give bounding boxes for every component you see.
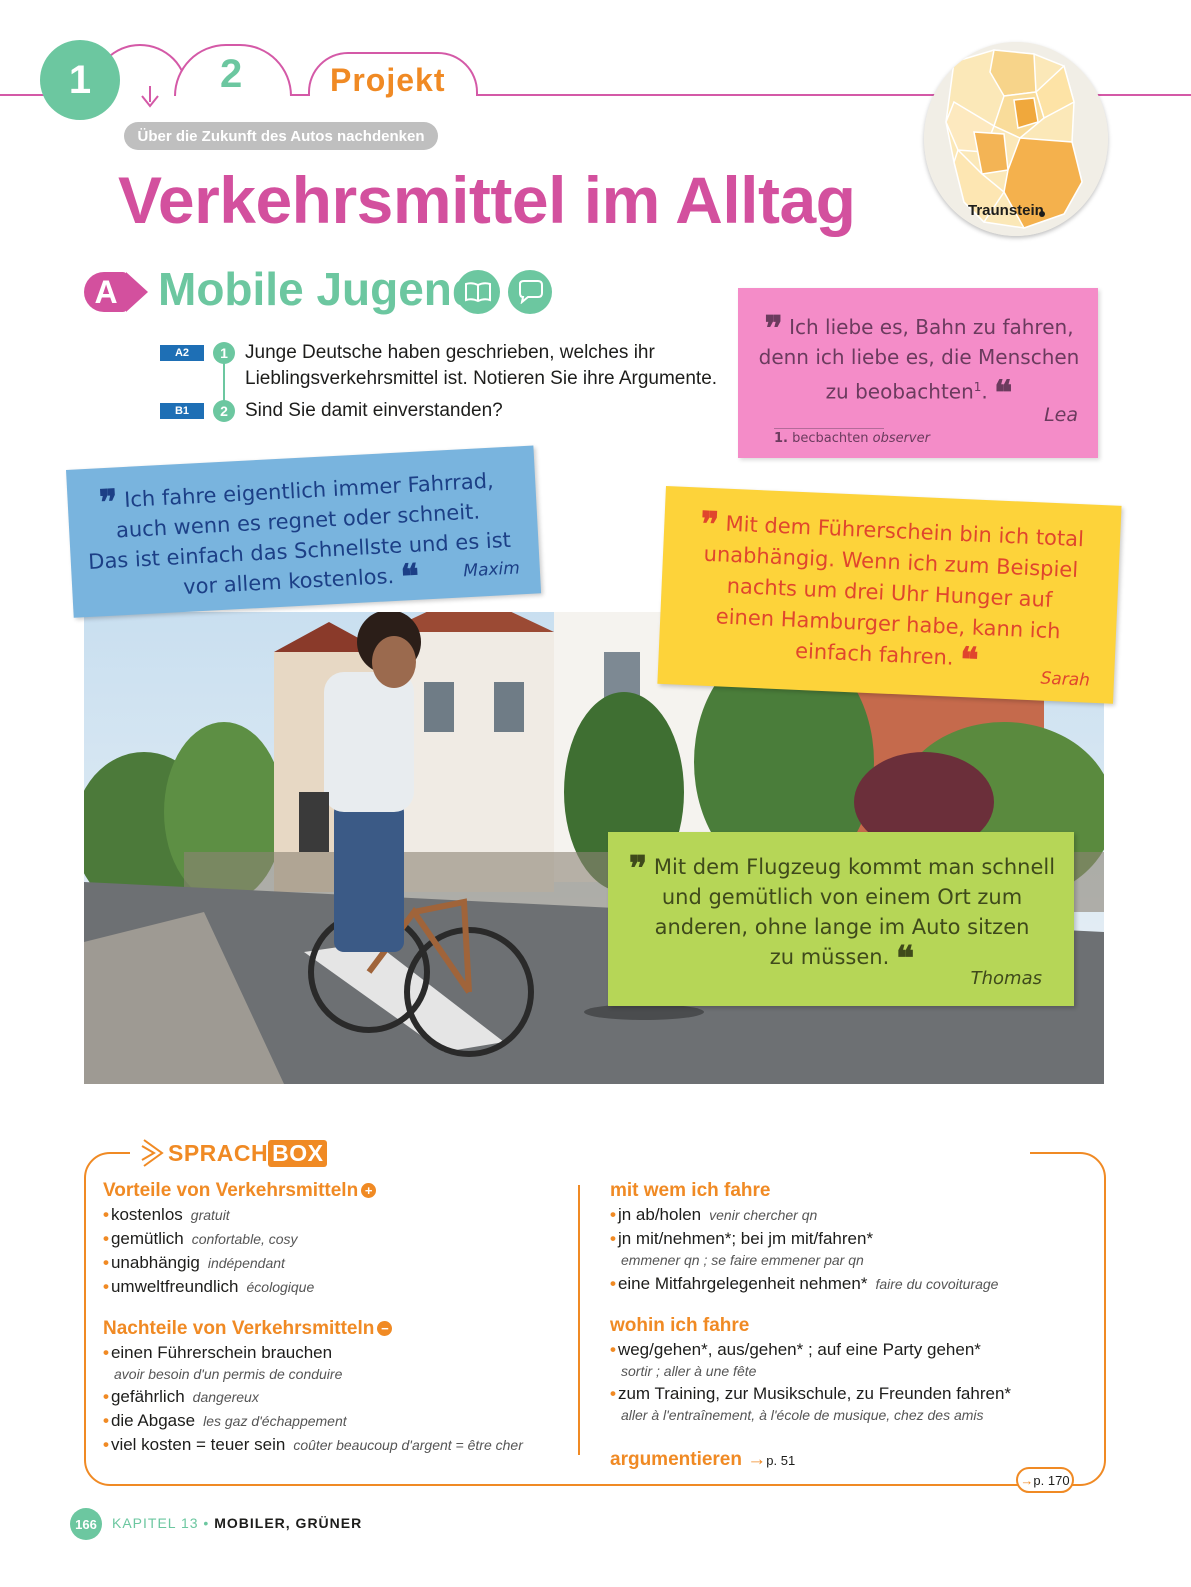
footer-chapter: KAPITEL 13 • MOBILER, GRÜNER — [112, 1515, 363, 1531]
footnote: 1. becbachten observer — [774, 428, 930, 446]
quote-text-lea: ❞ Ich liebe es, Bahn zu fahren, denn ich… — [758, 309, 1080, 414]
quote-author-thomas: Thomas — [970, 968, 1042, 989]
close-quote-icon: ❝ — [399, 556, 421, 598]
where-item: • zum Training, zur Musikschule, zu Freun… — [610, 1384, 1012, 1403]
cons-item: • gefährlich dangereux — [103, 1387, 259, 1406]
speech-bubble-icon — [508, 270, 552, 314]
close-quote-icon: ❝ — [895, 939, 915, 979]
cons-item: • einen Führerschein brauchen — [103, 1343, 333, 1362]
pros-item: • unabhängig indépendant — [103, 1253, 285, 1272]
pros-heading: Vorteile von Verkehrsmitteln + — [103, 1180, 377, 1202]
plus-icon: + — [361, 1183, 377, 1198]
minus-icon: − — [377, 1321, 393, 1336]
cons-heading: Nachteile von Verkehrsmitteln − — [103, 1318, 393, 1340]
pros-item: • gemütlich confortable, cosy — [103, 1229, 298, 1248]
section-badge: A — [84, 272, 128, 312]
sprachbox-divider — [578, 1185, 580, 1455]
with-whom-item-translation: emmener qn ; se faire emmener par qn — [621, 1252, 864, 1268]
book-icon — [456, 270, 500, 314]
where-item: • weg/gehen*, aus/gehen* ; auf eine Party… — [610, 1340, 981, 1359]
exercise-number-2: 2 — [213, 400, 235, 422]
with-whom-heading: mit wem ich fahre — [610, 1180, 771, 1201]
quote-author-maxim: Maxim — [462, 558, 521, 582]
where-item-translation: sortir ; aller à une fête — [621, 1363, 757, 1379]
exercise-2-text: Sind Sie damit einverstanden? — [245, 400, 503, 421]
with-whom-item: • jn ab/holen venir chercher qn — [610, 1205, 818, 1224]
cons-item: • viel kosten = teuer sein coûter beaucoup… — [103, 1435, 523, 1454]
close-quote-icon: ❝ — [994, 373, 1013, 414]
open-quote-icon: ❞ — [628, 849, 648, 889]
section-chevron — [126, 272, 148, 312]
level-badge-a2: A2 — [160, 345, 204, 361]
exercise-1-line-1: Junge Deutsche haben geschrieben, welche… — [245, 342, 655, 363]
arrow-right-icon: → — [1020, 1472, 1034, 1488]
section-title: Mobile Jugend — [158, 263, 480, 315]
quote-text-sarah: ❞ Mit dem Führerschein bin ich total una… — [699, 504, 1085, 681]
exercise-1-line-2: Lieblingsverkehrsmittel ist. Notieren Si… — [245, 368, 718, 389]
sprachbox-title-a: SPRACH — [168, 1139, 269, 1166]
quote-text-thomas: ❞ Mit dem Flugzeug kommt man schnell und… — [628, 849, 1056, 979]
cons-item-translation: avoir besoin d'un permis de conduire — [114, 1366, 343, 1382]
with-whom-item: • jn mit/nehmen*; bei jm mit/fahren* — [610, 1229, 874, 1248]
quote-card-sarah: ❞ Mit dem Führerschein bin ich total una… — [657, 486, 1122, 704]
quote-card-lea: ❞ Ich liebe es, Bahn zu fahren, denn ich… — [738, 288, 1098, 458]
exercise-1-text: Junge Deutsche haben geschrieben, welche… — [245, 340, 717, 392]
map-city-label: Traunstein — [968, 202, 1044, 219]
quote-text-maxim: ❞ Ich fahre eigentlich immer Fahrrad, au… — [87, 468, 512, 600]
close-quote-icon: ❝ — [959, 640, 980, 681]
with-whom-item: • eine Mitfahrgelegenheit nehmen* faire du… — [610, 1274, 999, 1293]
page-title: Verkehrsmittel im Alltag — [118, 163, 856, 237]
where-heading: wohin ich fahre — [610, 1315, 750, 1336]
chevron-right-icon — [141, 1139, 164, 1167]
tab-projekt[interactable]: Projekt — [330, 62, 445, 99]
quote-card-thomas: ❞ Mit dem Flugzeug kommt man schnell und… — [608, 832, 1074, 1006]
page-reference-link[interactable]: → p. 170 — [1016, 1467, 1074, 1493]
argue-heading: argumentieren →p. 51 — [610, 1449, 796, 1470]
sprachbox-title: SPRACH BOX — [140, 1138, 328, 1168]
where-item-translation: aller à l'entraînement, à l'école de mus… — [621, 1407, 984, 1423]
tab-chapter-1[interactable]: 1 — [40, 40, 120, 120]
page-number: 166 — [70, 1508, 102, 1540]
cons-item: • die Abgase les gaz d'échappement — [103, 1411, 347, 1430]
quote-card-maxim: ❞ Ich fahre eigentlich immer Fahrrad, au… — [66, 445, 542, 618]
sprachbox-title-b: BOX — [268, 1139, 328, 1167]
chapter-subtitle: Über die Zukunft des Autos nachdenken — [124, 122, 438, 150]
level-badge-b1: B1 — [160, 403, 204, 419]
quote-author-sarah: Sarah — [1040, 668, 1091, 691]
arrow-right-icon: → — [747, 1449, 767, 1470]
pros-item: • kostenlos gratuit — [103, 1205, 230, 1224]
pros-item: • umweltfreundlich écologique — [103, 1277, 315, 1296]
tab-arrow-icon — [141, 86, 159, 108]
tab-chapter-2[interactable]: 2 — [220, 52, 242, 97]
argue-page-link[interactable]: p. 51 — [766, 1453, 795, 1468]
exercise-number-1: 1 — [213, 342, 235, 364]
quote-author-lea: Lea — [1044, 404, 1078, 426]
